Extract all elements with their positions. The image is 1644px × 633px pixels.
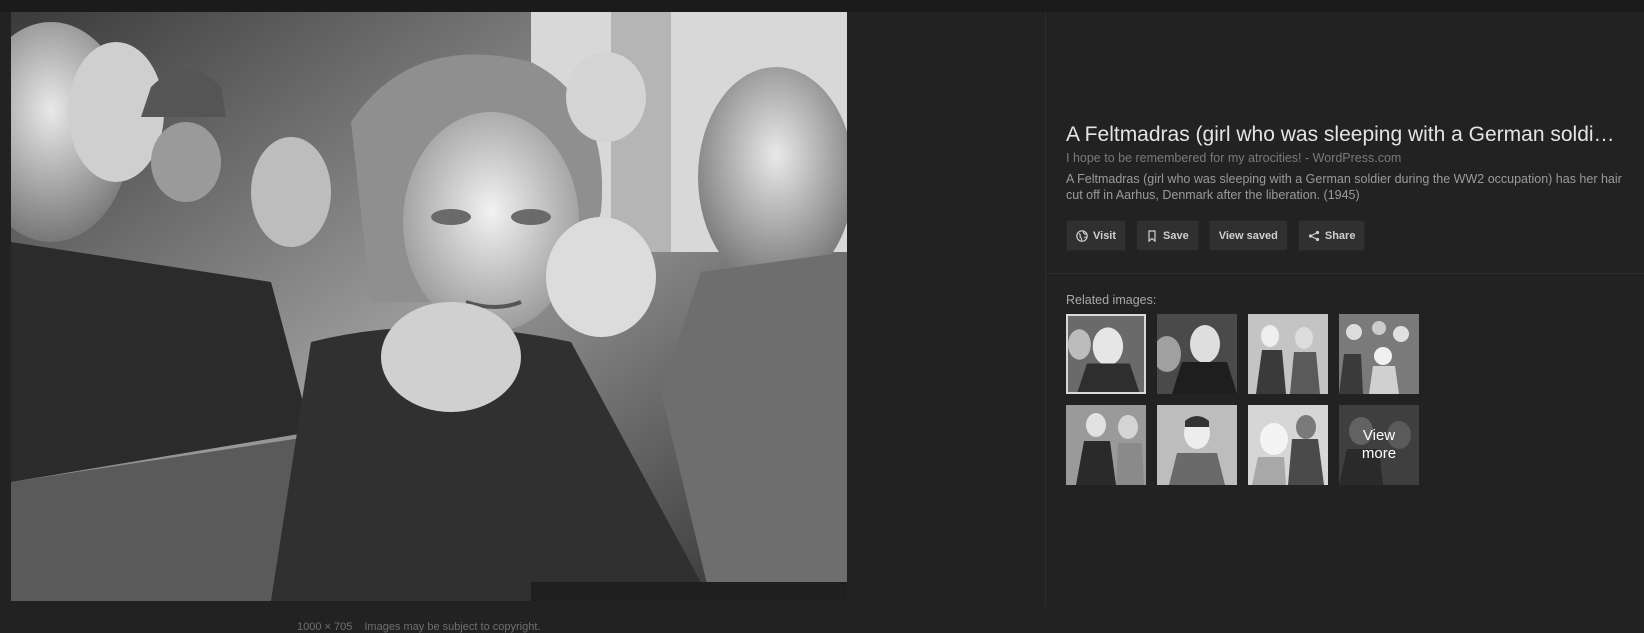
image-meta: 1000 × 705 Images may be subject to copyr… — [297, 621, 540, 633]
globe-icon — [1076, 229, 1088, 242]
visit-button[interactable]: Visit — [1066, 220, 1127, 251]
copyright-notice[interactable]: Images may be subject to copyright. — [364, 621, 540, 633]
visit-label: Visit — [1093, 229, 1117, 242]
image-source[interactable]: I hope to be remembered for my atrocitie… — [1066, 151, 1401, 165]
related-thumbnail[interactable] — [1066, 405, 1146, 485]
share-button[interactable]: Share — [1297, 220, 1366, 251]
view-more-label: View more — [1339, 405, 1419, 485]
related-thumbnail[interactable] — [1157, 314, 1237, 394]
related-thumbnail[interactable] — [1066, 314, 1146, 394]
top-bar — [0, 0, 1644, 12]
view-more-thumbnail[interactable]: View more — [1339, 405, 1419, 485]
image-dimensions: 1000 × 705 — [297, 621, 353, 633]
related-thumbnail[interactable] — [1248, 405, 1328, 485]
main-image[interactable] — [11, 12, 847, 601]
related-images-label: Related images: — [1066, 293, 1157, 307]
save-label: Save — [1163, 229, 1189, 242]
share-label: Share — [1324, 229, 1356, 242]
view-saved-button[interactable]: View saved — [1208, 220, 1288, 251]
view-saved-label: View saved — [1218, 229, 1278, 242]
panel-divider — [1045, 12, 1046, 607]
save-button[interactable]: Save — [1136, 220, 1199, 251]
share-icon — [1308, 230, 1320, 242]
related-thumbnail[interactable] — [1248, 314, 1328, 394]
action-bar: Visit Save View saved Share — [1066, 220, 1366, 251]
related-thumbnail[interactable] — [1339, 314, 1419, 394]
related-thumbnail[interactable] — [1157, 405, 1237, 485]
section-divider — [1045, 273, 1644, 274]
bookmark-icon — [1146, 229, 1158, 242]
image-title[interactable]: A Feltmadras (girl who was sleeping with… — [1066, 123, 1636, 147]
image-description: A Feltmadras (girl who was sleeping with… — [1066, 172, 1622, 202]
